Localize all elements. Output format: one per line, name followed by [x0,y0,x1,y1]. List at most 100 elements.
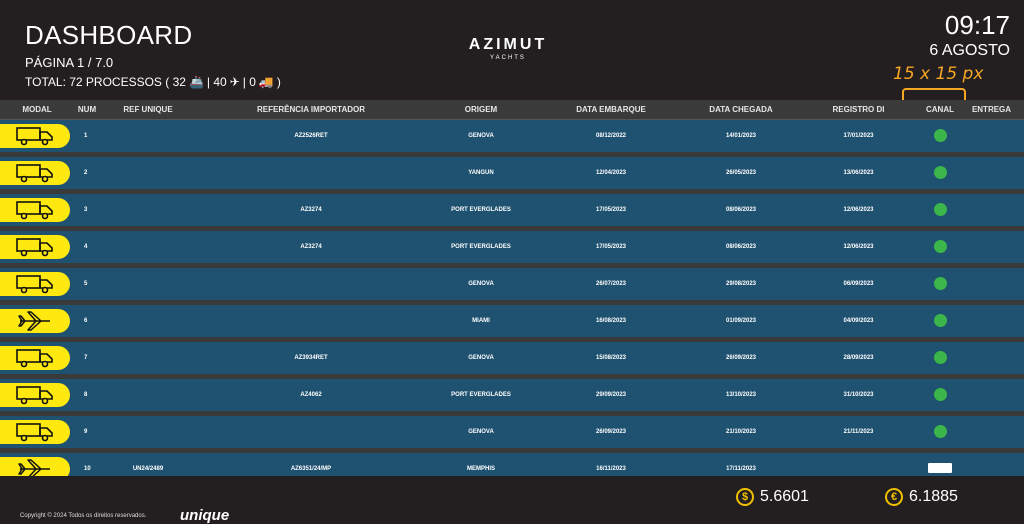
cell-embarque: 29/09/2023 [536,379,686,416]
column-header: ORIGEM [426,100,536,120]
modal-cell [0,416,74,453]
table-row[interactable]: 6 MIAMI 16/08/2023 01/09/2023 04/09/2023 [0,305,1024,342]
clock-date: 6 AGOSTO [929,42,1010,59]
cell-entrega [959,416,1024,453]
cell-canal [921,157,959,194]
dashboard-header: DASHBOARD PÁGINA 1 / 7.0 TOTAL: 72 PROCE… [0,0,1024,156]
modal-badge [0,272,70,296]
cell-origem: PORT EVERGLADES [426,194,536,231]
cell-num: 1 [74,120,100,157]
table-row[interactable]: 2 YANGUN 12/04/2023 26/05/2023 13/06/2023 [0,157,1024,194]
cell-chegada: 14/01/2023 [686,120,796,157]
cell-ref-unique [100,416,196,453]
table-row[interactable]: 1 AZ2526RET GENOVA 08/12/2022 14/01/2023 17/0… [0,120,1024,157]
modal-badge [0,198,70,222]
modal-cell [0,342,74,379]
table-row[interactable]: 9 GENOVA 26/09/2023 21/10/2023 21/11/2023 [0,416,1024,453]
size-annotation: 15 x 15 px [893,64,984,84]
cell-num: 3 [74,194,100,231]
canal-status-dot [933,313,947,327]
truck-icon [16,423,53,442]
total-processes: TOTAL: 72 PROCESSOS ( 32 🚢 | 40 ✈ | 0 🚚 … [25,75,281,89]
table-header-row: MODAL NUM REF UNIQUE REFERÊNCIA IMPORTADOR O… [0,100,1024,120]
cell-canal [921,120,959,157]
modal-badge [0,161,70,185]
cell-entrega [959,305,1024,342]
cell-ref-importador [196,268,426,305]
modal-cell [0,157,74,194]
table-row[interactable]: 5 GENOVA 26/07/2023 29/08/2023 06/09/2023 [0,268,1024,305]
canal-status-dot [933,276,947,290]
table-row[interactable]: 4 AZ3274 PORT EVERGLADES 17/05/2023 08/06/20… [0,231,1024,268]
canal-status-pending [928,463,952,473]
modal-badge [0,346,70,370]
canal-status-dot [933,387,947,401]
cell-num: 9 [74,416,100,453]
truck-icon [16,201,53,220]
modal-cell [0,194,74,231]
table-row[interactable]: 8 AZ4062 PORT EVERGLADES 29/09/2023 13/10/20… [0,379,1024,416]
ship-icon: 🚢 [188,75,204,89]
cell-canal [921,305,959,342]
cell-embarque: 17/05/2023 [536,231,686,268]
dollar-rate: $ 5.6601 [736,488,809,506]
canal-status-dot [933,350,947,364]
table-row[interactable]: 3 AZ3274 PORT EVERGLADES 17/05/2023 08/06/20… [0,194,1024,231]
cell-ref-unique [100,194,196,231]
cell-entrega [959,157,1024,194]
cell-embarque: 16/08/2023 [536,305,686,342]
azimut-logo: AZIMUT YACHTS [462,36,554,61]
column-header: ENTREGA [959,100,1024,120]
table-row[interactable]: 7 AZ3934RET GENOVA 15/08/2023 26/09/2023 28/0… [0,342,1024,379]
column-header: DATA CHEGADA [686,100,796,120]
modal-badge [0,420,70,444]
cell-chegada: 29/08/2023 [686,268,796,305]
cell-embarque: 17/05/2023 [536,194,686,231]
column-header: REGISTRO DI [796,100,921,120]
cell-entrega [959,268,1024,305]
cell-origem: GENOVA [426,268,536,305]
cell-ref-unique [100,305,196,342]
cell-chegada: 21/10/2023 [686,416,796,453]
cell-ref-importador [196,157,426,194]
modal-cell [0,305,74,342]
cell-ref-importador: AZ4062 [196,379,426,416]
column-header: REFERÊNCIA IMPORTADOR [196,100,426,120]
cell-ref-unique [100,120,196,157]
modal-cell [0,120,74,157]
modal-cell [0,231,74,268]
cell-chegada: 01/09/2023 [686,305,796,342]
cell-chegada: 08/06/2023 [686,231,796,268]
dollar-value: 5.6601 [760,488,809,505]
cell-num: 4 [74,231,100,268]
page-indicator: PÁGINA 1 / 7.0 [25,55,114,70]
cell-registro: 31/10/2023 [796,379,921,416]
canal-status-dot [933,128,947,142]
cell-num: 2 [74,157,100,194]
column-header: CANAL [921,100,959,120]
cell-registro: 21/11/2023 [796,416,921,453]
cell-canal [921,342,959,379]
cell-ref-importador: AZ3274 [196,231,426,268]
truck-icon [16,275,53,294]
cell-embarque: 15/08/2023 [536,342,686,379]
cell-origem: GENOVA [426,120,536,157]
dollar-icon: $ [736,488,754,506]
truck-icon [16,349,53,368]
total-air-sep: | 0 [242,75,256,89]
cell-embarque: 08/12/2022 [536,120,686,157]
unique-logo: unique [180,507,230,524]
truck-icon [16,386,53,405]
cell-ref-unique [100,157,196,194]
cell-registro: 04/09/2023 [796,305,921,342]
cell-ref-unique [100,268,196,305]
cell-ref-importador [196,305,426,342]
total-sea-sep: | 40 [206,75,227,89]
cell-registro: 17/01/2023 [796,120,921,157]
clock-time: 09:17 [944,10,1010,40]
cell-embarque: 26/09/2023 [536,416,686,453]
canal-status-dot [933,165,947,179]
modal-badge [0,309,70,333]
cell-canal [921,379,959,416]
truck-icon [16,164,53,183]
